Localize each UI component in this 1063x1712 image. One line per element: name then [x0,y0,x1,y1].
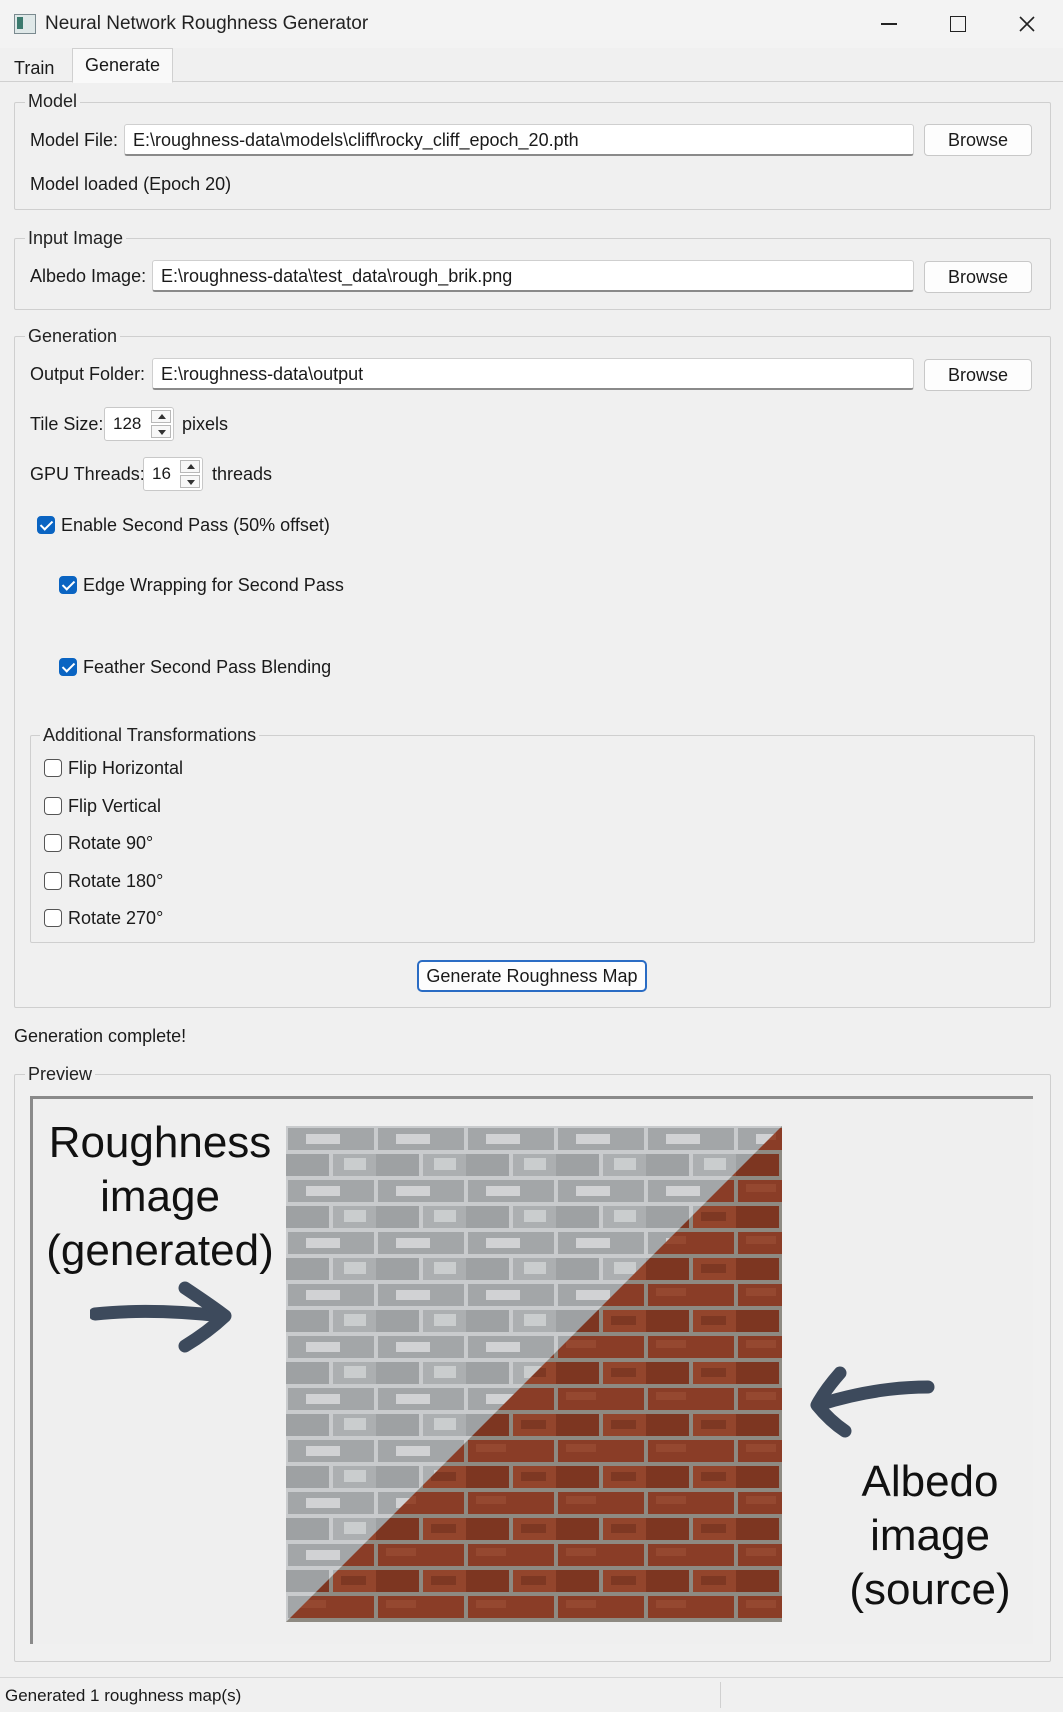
annotation-albedo-line-3: (source) [849,1565,1011,1614]
status-bar: Generated 1 roughness map(s) [0,1677,1063,1712]
tile-size-label: Tile Size: [30,414,104,434]
minimize-button[interactable] [866,8,912,40]
gpu-threads-unit: threads [212,464,273,484]
albedo-browse-button[interactable]: Browse [924,261,1032,293]
completion-message: Generation complete! [14,1026,187,1046]
gpu-threads-down-button[interactable] [180,475,200,488]
preview-image [286,1126,782,1622]
second-pass-checkbox[interactable] [37,516,55,534]
gpu-threads-label: GPU Threads: [30,464,145,484]
feather-checkbox[interactable] [59,658,77,676]
rotate-180-label[interactable]: Rotate 180° [68,871,163,892]
edge-wrapping-checkbox[interactable] [59,576,77,594]
tile-size-unit: pixels [182,414,229,434]
tile-size-value: 128 [113,414,142,433]
status-separator [720,1682,721,1708]
rotate-270-checkbox[interactable] [44,909,62,927]
arrow-right-icon [90,1281,232,1353]
rotate-180-checkbox[interactable] [44,872,62,890]
input-image-legend: Input Image [25,228,127,249]
albedo-image-input[interactable]: E:\roughness-data\test_data\rough_brik.p… [152,260,914,292]
app-icon [14,14,36,34]
annotation-albedo-line-2: image [870,1511,990,1560]
flip-vertical-checkbox[interactable] [44,797,62,815]
edge-wrapping-label[interactable]: Edge Wrapping for Second Pass [83,575,344,596]
tab-generate[interactable]: Generate [72,48,174,83]
annotation-roughness: Roughness image (generated) [35,1116,285,1278]
output-folder-input[interactable]: E:\roughness-data\output [152,358,914,390]
tab-bar: Train Generate [0,48,1063,84]
flip-horizontal-label[interactable]: Flip Horizontal [68,758,183,779]
model-browse-button[interactable]: Browse [924,124,1032,156]
tab-train[interactable]: Train [2,52,66,84]
maximize-button[interactable] [935,8,981,40]
model-file-label: Model File: [30,130,119,150]
annotation-roughness-line-3: (generated) [46,1226,274,1275]
tile-size-up-button[interactable] [151,410,171,423]
status-text: Generated 1 roughness map(s) [5,1686,242,1705]
title-bar: Neural Network Roughness Generator [0,0,1063,48]
gpu-threads-stepper[interactable]: 16 [143,457,203,491]
generation-legend: Generation [25,326,121,347]
window-title: Neural Network Roughness Generator [45,13,369,34]
annotation-albedo: Albedo image (source) [840,1455,1020,1617]
annotation-albedo-line-1: Albedo [861,1457,999,1506]
albedo-image-label: Albedo Image: [30,266,147,286]
tile-size-stepper[interactable]: 128 [104,407,174,441]
transformations-legend: Additional Transformations [40,725,260,746]
feather-label[interactable]: Feather Second Pass Blending [83,657,331,678]
output-browse-button[interactable]: Browse [924,359,1032,391]
preview-legend: Preview [25,1064,96,1085]
model-status: Model loaded (Epoch 20) [30,174,232,194]
tile-size-down-button[interactable] [151,425,171,438]
rotate-90-label[interactable]: Rotate 90° [68,833,153,854]
generate-roughness-button[interactable]: Generate Roughness Map [417,960,647,992]
gpu-threads-up-button[interactable] [180,460,200,473]
model-file-input[interactable]: E:\roughness-data\models\cliff\rocky_cli… [124,124,914,156]
close-button[interactable] [1004,8,1050,40]
flip-vertical-label[interactable]: Flip Vertical [68,796,161,817]
model-group-legend: Model [25,91,81,112]
annotation-roughness-line-2: image [100,1172,220,1221]
arrow-left-icon [810,1366,935,1438]
close-icon [1019,16,1035,32]
rotate-90-checkbox[interactable] [44,834,62,852]
output-folder-label: Output Folder: [30,364,146,384]
second-pass-label[interactable]: Enable Second Pass (50% offset) [61,515,330,536]
flip-horizontal-checkbox[interactable] [44,759,62,777]
rotate-270-label[interactable]: Rotate 270° [68,908,163,929]
gpu-threads-value: 16 [152,464,171,483]
annotation-roughness-line-1: Roughness [48,1118,272,1167]
